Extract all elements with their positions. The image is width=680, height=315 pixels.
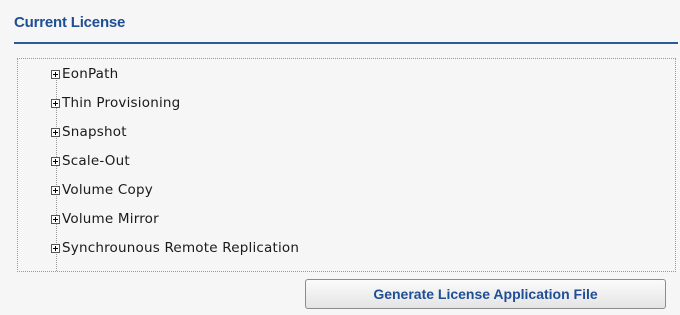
tree-item-eonpath[interactable]: EonPath (51, 65, 118, 83)
expand-plus-icon[interactable] (51, 127, 60, 137)
tree-item-label[interactable]: Snapshot (62, 124, 127, 140)
tree-item-label[interactable]: Volume Mirror (62, 211, 159, 227)
tree-item-label[interactable]: Thin Provisioning (62, 95, 180, 111)
tree-item-label[interactable]: Scale-Out (62, 153, 130, 169)
tree-item-volume-copy[interactable]: Volume Copy (51, 181, 153, 199)
tree-item-snapshot[interactable]: Snapshot (51, 123, 127, 141)
expand-plus-icon[interactable] (51, 98, 60, 108)
section-header: Current License (14, 12, 678, 44)
license-page: Current License EonPath Thin Provisionin… (0, 0, 680, 315)
tree-item-label[interactable]: EonPath (62, 66, 118, 82)
tree-item-scale-out[interactable]: Scale-Out (51, 152, 130, 170)
expand-plus-icon[interactable] (51, 243, 60, 253)
tree-item-thin-provisioning[interactable]: Thin Provisioning (51, 94, 180, 112)
license-tree-panel: EonPath Thin Provisioning Snapshot Scale… (17, 58, 676, 272)
expand-plus-icon[interactable] (51, 69, 60, 79)
tree-item-label[interactable]: Synchrounous Remote Replication (62, 240, 299, 256)
expand-plus-icon[interactable] (51, 214, 60, 224)
tree-item-label[interactable]: Volume Copy (62, 182, 153, 198)
tree-item-volume-mirror[interactable]: Volume Mirror (51, 210, 159, 228)
expand-plus-icon[interactable] (51, 156, 60, 166)
tree-item-synchronous-remote-replication[interactable]: Synchrounous Remote Replication (51, 239, 299, 257)
section-title: Current License (14, 14, 126, 31)
generate-license-application-file-button[interactable]: Generate License Application File (305, 279, 666, 309)
expand-plus-icon[interactable] (51, 185, 60, 195)
